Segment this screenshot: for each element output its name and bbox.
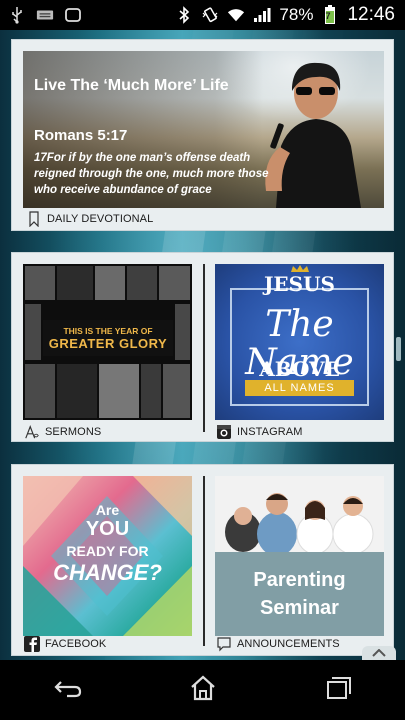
- sermons-logo-icon: [24, 424, 40, 440]
- keyboard-icon: [36, 6, 54, 24]
- devotional-reference: Romans 5:17: [34, 127, 128, 144]
- devotional-verse: 17For if by the one man’s offense death …: [34, 152, 269, 196]
- clock: 12:46: [347, 4, 395, 25]
- devotional-widget[interactable]: Live The ‘Much More’ Life Romans 5:17 17…: [11, 39, 394, 231]
- facebook-label: FACEBOOK: [24, 636, 106, 652]
- back-button[interactable]: [38, 668, 98, 712]
- wifi-icon: [227, 6, 245, 24]
- status-bar: 78% 7 12:46: [0, 0, 405, 30]
- announcements-label-text: ANNOUNCEMENTS: [237, 638, 340, 650]
- devotional-title: Live The ‘Much More’ Life: [34, 77, 229, 94]
- instagram-tile[interactable]: JESUS The Name ABOVE ALL NAMES: [215, 264, 384, 420]
- signal-icon: [253, 6, 271, 24]
- instagram-icon: [216, 424, 232, 440]
- usb-icon: [8, 6, 26, 24]
- announcement-line1: Parenting: [253, 569, 346, 591]
- facebook-icon: [24, 636, 40, 652]
- sermon-banner-line2: GREATER GLORY: [48, 335, 168, 351]
- instagram-label-text: INSTAGRAM: [237, 426, 303, 438]
- instagram-label: INSTAGRAM: [216, 424, 302, 440]
- facebook-label-text: FACEBOOK: [45, 638, 107, 650]
- sermons-label-text: SERMONS: [45, 426, 102, 438]
- home-button[interactable]: [173, 668, 233, 712]
- announcement-banner: Parenting Seminar: [215, 552, 384, 636]
- recent-apps-button[interactable]: [308, 668, 368, 712]
- instagram-line3: ABOVE: [259, 357, 340, 381]
- facebook-tile[interactable]: Are YOU READY FOR CHANGE?: [23, 476, 192, 636]
- announcements-tile[interactable]: Parenting Seminar: [215, 476, 384, 636]
- facebook-line1: Are: [95, 502, 120, 518]
- facebook-line4: CHANGE?: [53, 560, 162, 585]
- facebook-line2: YOU: [85, 518, 130, 540]
- sermons-label: SERMONS: [24, 424, 101, 440]
- bluetooth-icon: [175, 6, 193, 24]
- navigation-bar: [0, 660, 405, 720]
- sermon-banner: THIS IS THE YEAR OF GREATER GLORY: [43, 320, 173, 356]
- expand-up-button[interactable]: [362, 646, 396, 660]
- devotional-label-text: DAILY DEVOTIONAL: [47, 213, 154, 225]
- facebook-line3: READY FOR: [66, 543, 149, 559]
- widget-resize-handle[interactable]: [396, 337, 401, 361]
- home-icon: [189, 675, 217, 706]
- battery-percent: 78%: [279, 5, 314, 24]
- instagram-line4: ALL NAMES: [245, 380, 354, 396]
- vibrate-icon: [201, 6, 219, 24]
- instagram-line1: JESUS: [263, 272, 336, 296]
- sermons-tile[interactable]: THIS IS THE YEAR OF GREATER GLORY: [23, 264, 192, 420]
- announcement-line2: Seminar: [260, 597, 339, 619]
- sermon-banner-line1: THIS IS THE YEAR OF: [63, 325, 153, 336]
- recent-apps-icon: [324, 676, 352, 705]
- bookmark-icon: [26, 211, 42, 227]
- media-widget-row-2: Are YOU READY FOR CHANGE? Parenting Semi…: [11, 464, 394, 656]
- devotional-label: DAILY DEVOTIONAL: [26, 211, 153, 227]
- battery-icon: 7: [321, 5, 339, 24]
- announcements-label: ANNOUNCEMENTS: [216, 636, 340, 652]
- family-photo: [215, 476, 384, 552]
- screenshot-icon: [64, 6, 82, 24]
- media-widget-row-1: THIS IS THE YEAR OF GREATER GLORY JESUS …: [11, 252, 394, 442]
- battery-level: 7: [325, 11, 331, 21]
- speech-bubble-icon: [216, 636, 232, 652]
- back-icon: [53, 678, 83, 703]
- devotional-banner[interactable]: Live The ‘Much More’ Life Romans 5:17 17…: [23, 51, 384, 208]
